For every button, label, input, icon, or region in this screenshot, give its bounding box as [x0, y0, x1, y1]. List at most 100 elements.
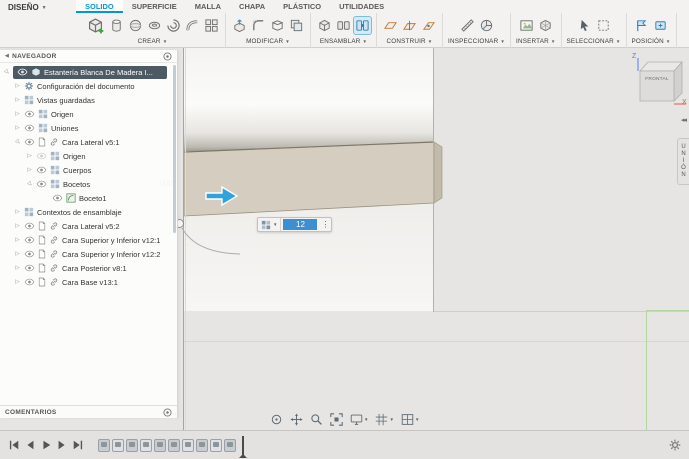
step-forward-button[interactable]: [56, 439, 68, 451]
play-button[interactable]: [40, 439, 52, 451]
timeline-position-marker[interactable]: [242, 436, 244, 455]
selected-root-pill[interactable]: Estantería Blanca De Madera I...: [13, 66, 167, 79]
navigator-item-cara-posterior[interactable]: ▷ Cara Posterior v8:1: [0, 261, 177, 275]
select-tool-button[interactable]: [576, 17, 593, 34]
viewcube-faces[interactable]: [630, 55, 688, 111]
expand-arrow-icon[interactable]: ▷: [14, 209, 21, 216]
navigator-item-cuerpos[interactable]: ▷ Cuerpos: [0, 163, 177, 177]
navigator-item-root[interactable]: ▷ Estantería Blanca De Madera I...: [0, 65, 177, 79]
timeline-settings-button[interactable]: [669, 439, 681, 451]
section-analysis-tool-button[interactable]: [478, 17, 495, 34]
navigator-item-cara-base[interactable]: ▷ Cara Base v13:1: [0, 275, 177, 289]
timeline-feature-icon[interactable]: [182, 439, 194, 452]
viewcube-front-face-label[interactable]: FRONTAL: [640, 77, 674, 82]
group-dropdown-insertar[interactable]: INSERTAR▼: [516, 38, 556, 45]
torus-tool-button[interactable]: [146, 17, 163, 34]
timeline-feature-icon[interactable]: [126, 439, 138, 452]
offset-mode-button[interactable]: ▼: [258, 218, 281, 231]
new-component-tool-button[interactable]: [316, 17, 333, 34]
expand-arrow-icon[interactable]: ▷: [14, 237, 21, 244]
navigator-item-bocetos[interactable]: ▷ Bocetos: [0, 177, 177, 191]
axis-tool-button[interactable]: [420, 17, 437, 34]
viewcube[interactable]: FRONTAL Z X: [630, 55, 688, 111]
design-menu-button[interactable]: DISEÑO ▼: [8, 3, 47, 12]
navigator-item-saved-views[interactable]: ▷ Vistas guardadas: [0, 93, 177, 107]
visibility-eye-icon[interactable]: [24, 250, 35, 258]
expand-arrow-icon[interactable]: ▷: [25, 179, 35, 189]
visibility-eye-icon[interactable]: [24, 264, 35, 272]
tab-superficie[interactable]: SUPERFICIE: [123, 0, 186, 13]
expand-arrow-icon[interactable]: ▷: [14, 251, 21, 258]
joint-direction-arrow-manipulator[interactable]: [205, 185, 239, 207]
expand-arrow-icon[interactable]: ▷: [14, 83, 21, 90]
timeline-feature-icon[interactable]: [98, 439, 110, 452]
capture-position-tool-button[interactable]: [633, 17, 650, 34]
tab-utilidades[interactable]: UTILIDADES: [330, 0, 393, 13]
timeline-feature-icon[interactable]: [154, 439, 166, 452]
timeline-feature-icon[interactable]: [112, 439, 124, 452]
group-dropdown-seleccionar[interactable]: SELECCIONAR▼: [567, 38, 621, 45]
timeline-feature-icon[interactable]: [168, 439, 180, 452]
navigator-item-cara-superior-1[interactable]: ▷ Cara Superior y Inferior v12:1: [0, 233, 177, 247]
cylinder-tool-button[interactable]: [108, 17, 125, 34]
group-dropdown-construir[interactable]: CONSTRUIR▼: [387, 38, 433, 45]
expand-arrow-icon[interactable]: ▷: [14, 125, 21, 132]
visibility-eye-icon[interactable]: [17, 68, 28, 76]
joint-dialog-tab[interactable]: UNIÓN: [677, 138, 689, 185]
zoom-button[interactable]: [308, 412, 325, 427]
tab-plastico[interactable]: PLÁSTICO: [274, 0, 330, 13]
visibility-eye-icon[interactable]: [36, 152, 47, 160]
visibility-eye-icon[interactable]: [24, 278, 35, 286]
fillet-tool-button[interactable]: [250, 17, 267, 34]
expand-arrow-icon[interactable]: ▷: [26, 167, 33, 174]
visibility-eye-icon[interactable]: [24, 138, 35, 146]
grid-settings-button[interactable]: ▼: [373, 412, 395, 427]
new-body-box-tool-button[interactable]: [85, 15, 106, 36]
offset-plane-tool-button[interactable]: [382, 17, 399, 34]
expand-arrow-icon[interactable]: ▷: [14, 223, 21, 230]
tab-chapa[interactable]: CHAPA: [230, 0, 274, 13]
joint-tool-button[interactable]: [354, 17, 371, 34]
collapse-panel-button[interactable]: ◂◂: [681, 116, 686, 124]
fit-button[interactable]: [328, 412, 345, 427]
combine-tool-button[interactable]: [288, 17, 305, 34]
panel-target-icon[interactable]: [163, 408, 172, 417]
group-dropdown-posicion[interactable]: POSICIÓN▼: [632, 38, 671, 45]
pattern-tool-button[interactable]: [203, 17, 220, 34]
model-shelf-face[interactable]: [184, 140, 444, 226]
navigator-header[interactable]: ◀ NAVEGADOR: [0, 50, 177, 63]
orbit-button[interactable]: [268, 412, 285, 427]
insert-canvas-tool-button[interactable]: [518, 17, 535, 34]
visibility-eye-icon[interactable]: [24, 236, 35, 244]
pan-button[interactable]: [288, 412, 305, 427]
step-back-button[interactable]: [24, 439, 36, 451]
timeline-feature-icon[interactable]: [140, 439, 152, 452]
model-upper-panel[interactable]: [184, 48, 434, 151]
pipe-tool-button[interactable]: [184, 17, 201, 34]
navigator-item-uniones[interactable]: ▷ Uniones: [0, 121, 177, 135]
navigator-item-contextos[interactable]: ▷ Contextos de ensamblaje: [0, 205, 177, 219]
comments-panel-header[interactable]: COMENTARIOS: [0, 405, 177, 418]
group-dropdown-ensamblar[interactable]: ENSAMBLAR▼: [320, 38, 367, 45]
more-options-button[interactable]: ⋮: [319, 218, 331, 231]
navigator-item-cara-lateral-1[interactable]: ▷ Cara Lateral v5:1: [0, 135, 177, 149]
visibility-eye-icon[interactable]: [36, 166, 47, 174]
navigator-item-cara-superior-2[interactable]: ▷ Cara Superior y Inferior v12:2: [0, 247, 177, 261]
expand-arrow-icon[interactable]: ▷: [14, 265, 21, 272]
visibility-eye-icon[interactable]: [24, 124, 35, 132]
skip-to-end-button[interactable]: [72, 439, 84, 451]
collapse-left-icon[interactable]: ◀: [5, 53, 9, 59]
shell-tool-button[interactable]: [269, 17, 286, 34]
expand-arrow-icon[interactable]: ▷: [26, 153, 33, 160]
navigator-item-doc-settings[interactable]: ▷ Configuración del documento: [0, 79, 177, 93]
tab-solido[interactable]: SOLIDO: [76, 0, 123, 13]
expand-arrow-icon[interactable]: ▷: [13, 137, 23, 147]
expand-arrow-icon[interactable]: ▷: [14, 279, 21, 286]
press-pull-tool-button[interactable]: [231, 17, 248, 34]
group-dropdown-modificar[interactable]: MODIFICAR▼: [246, 38, 290, 45]
angled-plane-tool-button[interactable]: [401, 17, 418, 34]
navigator-item-boceto1[interactable]: ▷ Boceto1: [0, 191, 177, 205]
display-settings-button[interactable]: ▼: [348, 412, 370, 427]
tab-malla[interactable]: MALLA: [186, 0, 230, 13]
viewports-button[interactable]: ▼: [399, 412, 421, 427]
